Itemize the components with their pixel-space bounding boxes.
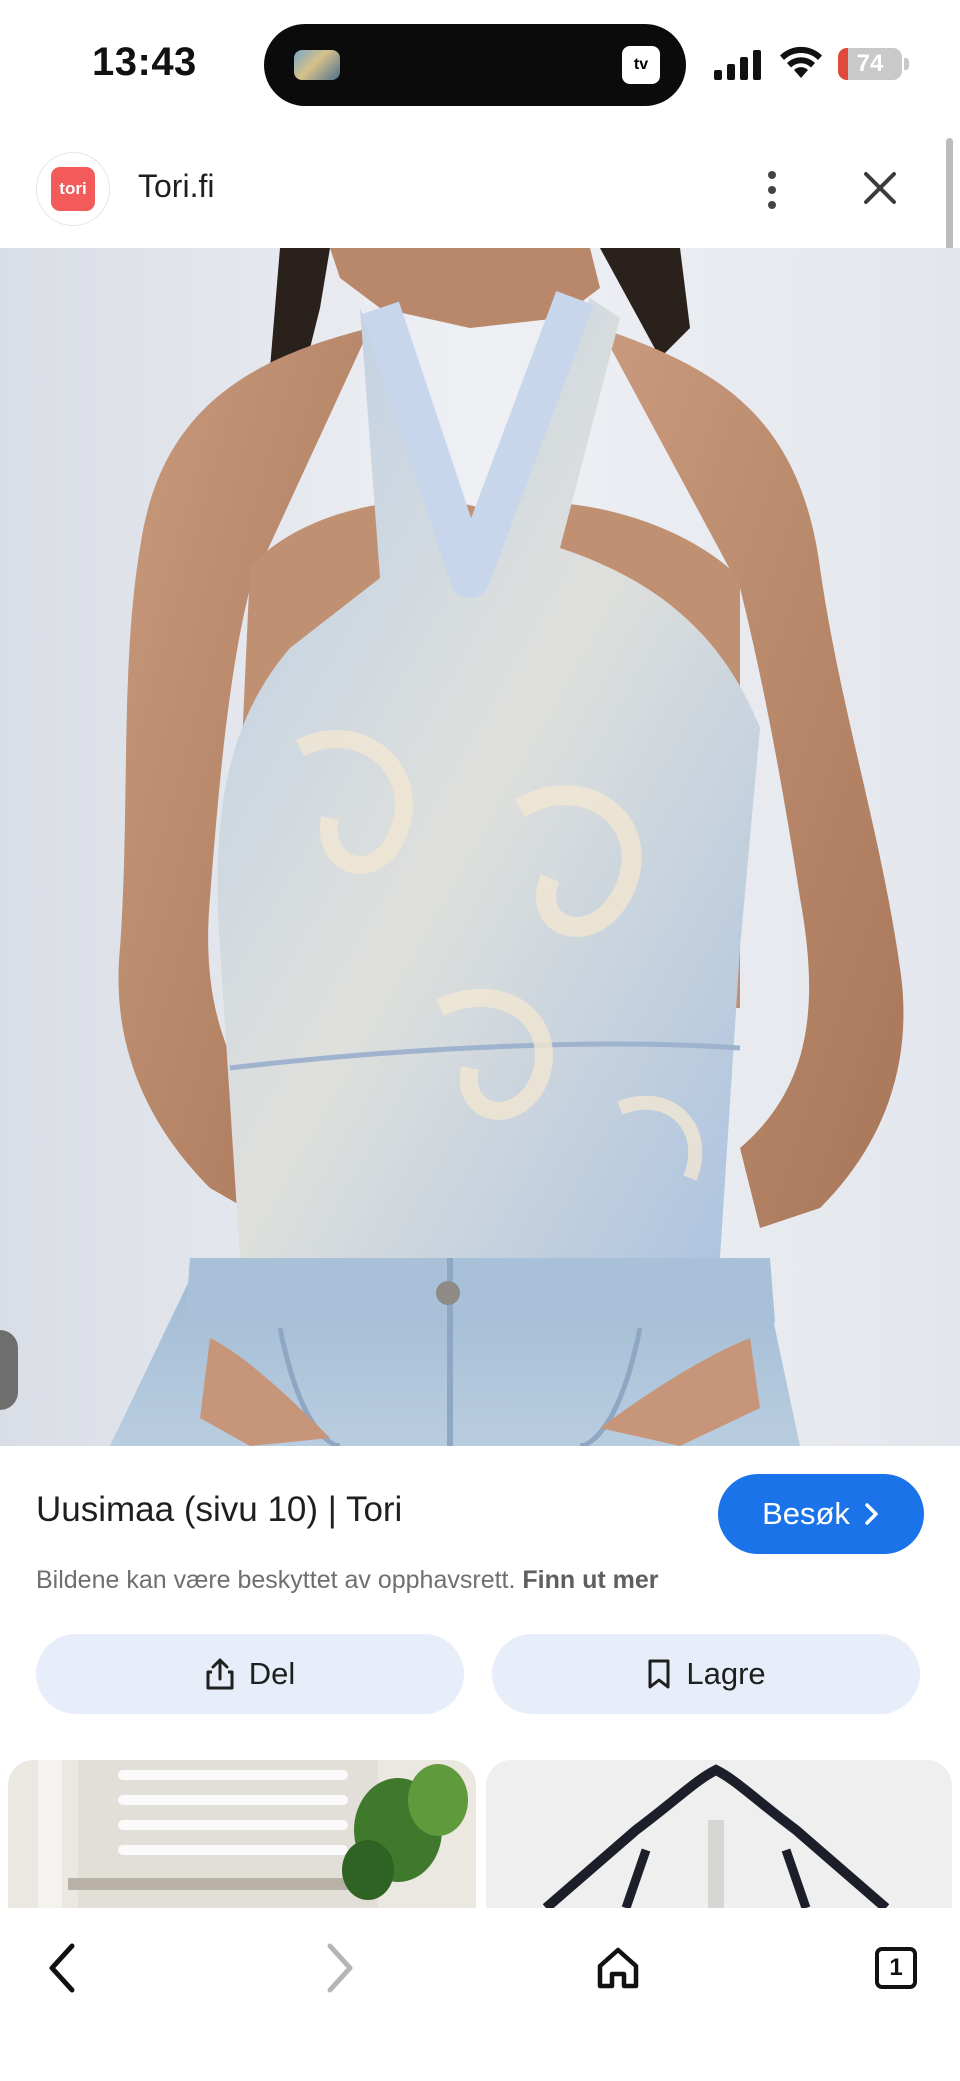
tori-logo: tori [51,167,95,211]
site-name[interactable]: Tori.fi [138,168,214,205]
battery-cap [904,58,909,70]
wifi-icon [780,46,822,78]
site-header: tori Tori.fi [0,130,960,248]
battery-level: 74 [856,50,884,77]
close-icon[interactable] [856,164,904,212]
visit-label: Besøk [762,1496,850,1531]
bookmark-icon [648,1659,670,1689]
cellular-signal-icon [714,48,764,80]
dynamic-island[interactable]: tv [264,24,686,106]
home-button[interactable] [578,1928,658,2008]
forward-button[interactable] [300,1928,380,2008]
visit-button[interactable]: Besøk [718,1474,924,1554]
related-image[interactable] [8,1760,476,1908]
save-label: Lagre [686,1656,766,1691]
home-icon [597,1947,639,1989]
apple-tv-icon: tv [622,46,660,84]
related-photo-radiator [8,1760,476,1908]
chevron-right-icon [865,1503,878,1525]
now-playing-thumbnail [294,50,340,80]
bottom-toolbar: 1 [0,1908,960,2081]
related-image[interactable] [486,1760,952,1908]
copyright-notice: Bildene kan være beskyttet av opphavsret… [36,1566,659,1595]
chevron-right-icon [327,1943,353,1993]
status-time: 13:43 [92,40,197,84]
site-logo[interactable]: tori [36,152,110,226]
result-title[interactable]: Uusimaa (sivu 10) | Tori [36,1490,402,1530]
hero-image[interactable] [0,248,960,1446]
status-bar: 13:43 tv 74 [0,0,960,130]
tab-count: 1 [875,1947,917,1989]
save-button[interactable]: Lagre [492,1634,920,1714]
apple-tv-label: tv [633,56,649,73]
previous-image-handle[interactable] [0,1330,18,1410]
copyright-text: Bildene kan være beskyttet av opphavsret… [36,1566,516,1594]
related-photo-hanger [486,1760,952,1908]
share-icon [206,1658,234,1690]
tabs-button[interactable]: 1 [856,1928,936,2008]
product-photo [0,248,960,1446]
battery-icon: 74 [838,48,902,80]
chevron-left-icon [49,1943,75,1993]
more-options-icon[interactable] [752,160,792,220]
learn-more-link[interactable]: Finn ut mer [522,1566,658,1594]
share-button[interactable]: Del [36,1634,464,1714]
share-label: Del [248,1656,296,1691]
back-button[interactable] [22,1928,102,2008]
